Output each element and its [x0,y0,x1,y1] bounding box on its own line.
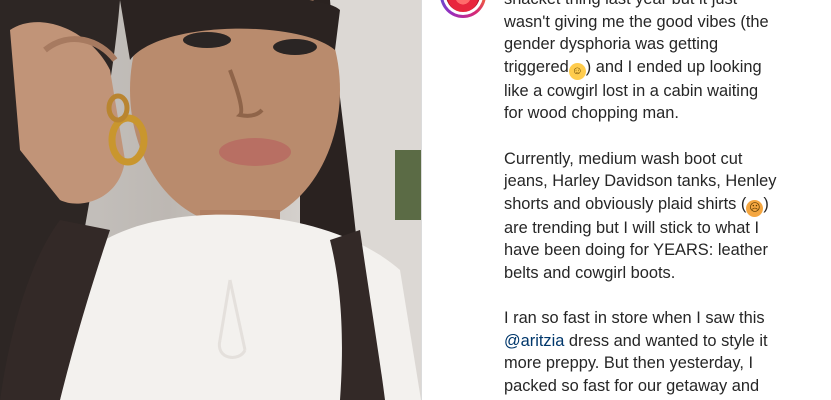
caption-line: I ran so fast in store when I saw this [504,309,765,328]
caption-line: jeans, Harley Davidson tanks, Henley [504,172,777,191]
caption-text: triggered [504,57,569,76]
caption-text: shorts and obviously plaid shirts ( [504,194,747,213]
caption-text: dress and wanted to style it [564,331,768,350]
caption-line: packed so fast for our getaway and [504,376,760,395]
caption-text: ) and I ended up looking [585,57,762,76]
caption-line: @aritzia dress and wanted to style it [504,330,804,353]
mention-link-aritzia[interactable]: @aritzia [504,332,564,350]
tired-face-emoji-icon: ☹ [746,199,764,217]
caption-line: belts and cowgirl boots. [504,263,676,282]
caption-line: gender dysphoria was getting [504,35,719,54]
photo-illustration [0,0,421,400]
sweat-smile-emoji-icon: ☺ [568,62,586,80]
post-detail-panel: shacket thing last year but it just wasn… [422,0,831,400]
caption-line: for wood chopping man. [504,104,679,123]
caption-line: more preppy. But then yesterday, I [504,354,754,373]
profile-avatar-icon[interactable] [440,0,486,18]
post-photo[interactable] [0,0,421,400]
caption-text: ) [763,194,769,213]
caption-line: shorts and obviously plaid shirts (☹) [504,193,804,217]
post-caption: shacket thing last year but it just wasn… [504,0,804,398]
caption-line: Currently, medium wash boot cut [504,149,743,168]
caption-line: triggered ☺) and I ended up looking [504,56,804,80]
caption-line: have been doing for YEARS: leather [504,241,768,260]
caption-line: are trending but I will stick to what I [504,218,760,237]
caption-line: like a cowgirl lost in a cabin waiting [504,81,759,100]
caption-line: shacket thing last year but it just [504,0,804,11]
caption-line: wasn't giving me the good vibes (the [504,12,769,31]
